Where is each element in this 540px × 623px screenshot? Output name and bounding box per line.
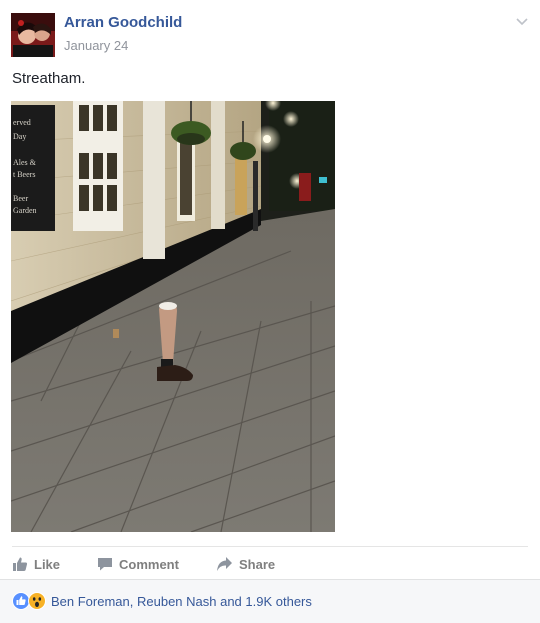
comment-label: Comment [119,556,179,572]
author-avatar[interactable] [11,13,55,57]
sign-text-4: t Beers [13,170,35,179]
thumbs-up-icon [13,557,28,571]
share-button[interactable]: Share [216,555,275,573]
sign-text-1: erved [13,118,31,127]
sign-text-5: Beer [13,194,28,203]
sign-text-2: Day [13,132,26,141]
post-photo[interactable]: erved Day Ales & t Beers Beer Garden [11,101,335,532]
like-label: Like [34,556,61,572]
reactions-summary-link[interactable]: Ben Foreman, Reuben Nash and 1.9K others [51,594,312,609]
post-caption: Streatham. [12,70,86,87]
chevron-down-icon[interactable] [514,14,530,30]
sign-text-3: Ales & [13,158,37,167]
author-name-link[interactable]: Arran Goodchild [64,14,182,31]
share-icon [217,557,232,571]
comment-button[interactable]: Comment [97,555,179,573]
facebook-post: Arran Goodchild January 24 Streatham. er… [0,0,540,623]
comment-icon [98,558,112,571]
actions-divider [12,546,528,547]
sign-text-6: Garden [13,206,37,215]
reactions-bar: Ben Foreman, Reuben Nash and 1.9K others [0,579,540,623]
like-button[interactable]: Like [12,555,60,573]
wow-reaction-icon[interactable] [28,592,46,610]
post-date[interactable]: January 24 [64,38,128,53]
share-label: Share [239,556,276,572]
photo-street-scene: erved Day Ales & t Beers Beer Garden [11,101,335,532]
avatar-image [11,13,55,57]
